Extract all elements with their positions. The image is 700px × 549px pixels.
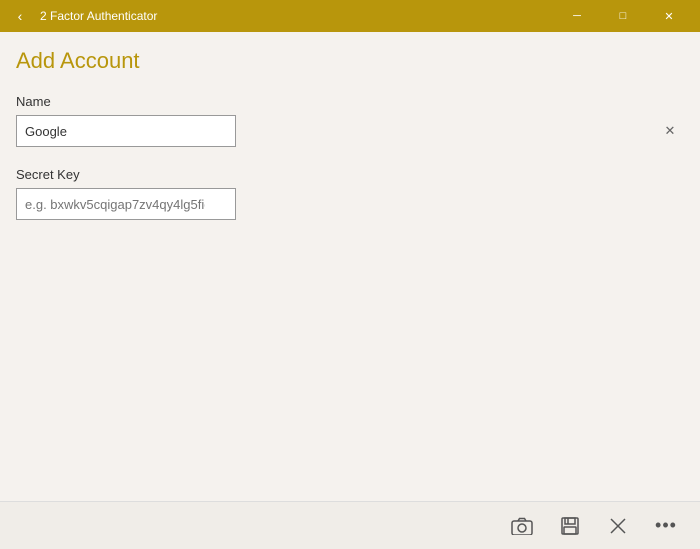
camera-button[interactable] — [500, 504, 544, 548]
main-content: Add Account Name ✕ Secret Key — [0, 32, 700, 501]
title-bar-left: ‹ 2 Factor Authenticator — [8, 4, 157, 28]
camera-icon — [511, 517, 533, 535]
close-button[interactable]: ✕ — [646, 0, 692, 32]
secret-key-input[interactable] — [16, 188, 236, 220]
name-label: Name — [16, 94, 684, 109]
maximize-button[interactable]: □ — [600, 0, 646, 32]
window-controls: ─ □ ✕ — [554, 0, 692, 32]
bottom-bar: ••• — [0, 501, 700, 549]
name-field-wrapper: ✕ — [16, 115, 684, 147]
secret-key-wrapper — [16, 188, 684, 220]
name-clear-button[interactable]: ✕ — [660, 121, 680, 141]
save-icon — [560, 516, 580, 536]
more-icon: ••• — [655, 515, 677, 536]
title-bar: ‹ 2 Factor Authenticator ─ □ ✕ — [0, 0, 700, 32]
page-title: Add Account — [16, 48, 684, 74]
cancel-icon — [609, 517, 627, 535]
app-title: 2 Factor Authenticator — [40, 9, 157, 23]
more-button[interactable]: ••• — [644, 504, 688, 548]
back-button[interactable]: ‹ — [8, 4, 32, 28]
minimize-button[interactable]: ─ — [554, 0, 600, 32]
name-input[interactable] — [16, 115, 236, 147]
cancel-button[interactable] — [596, 504, 640, 548]
save-button[interactable] — [548, 504, 592, 548]
secret-key-label: Secret Key — [16, 167, 684, 182]
